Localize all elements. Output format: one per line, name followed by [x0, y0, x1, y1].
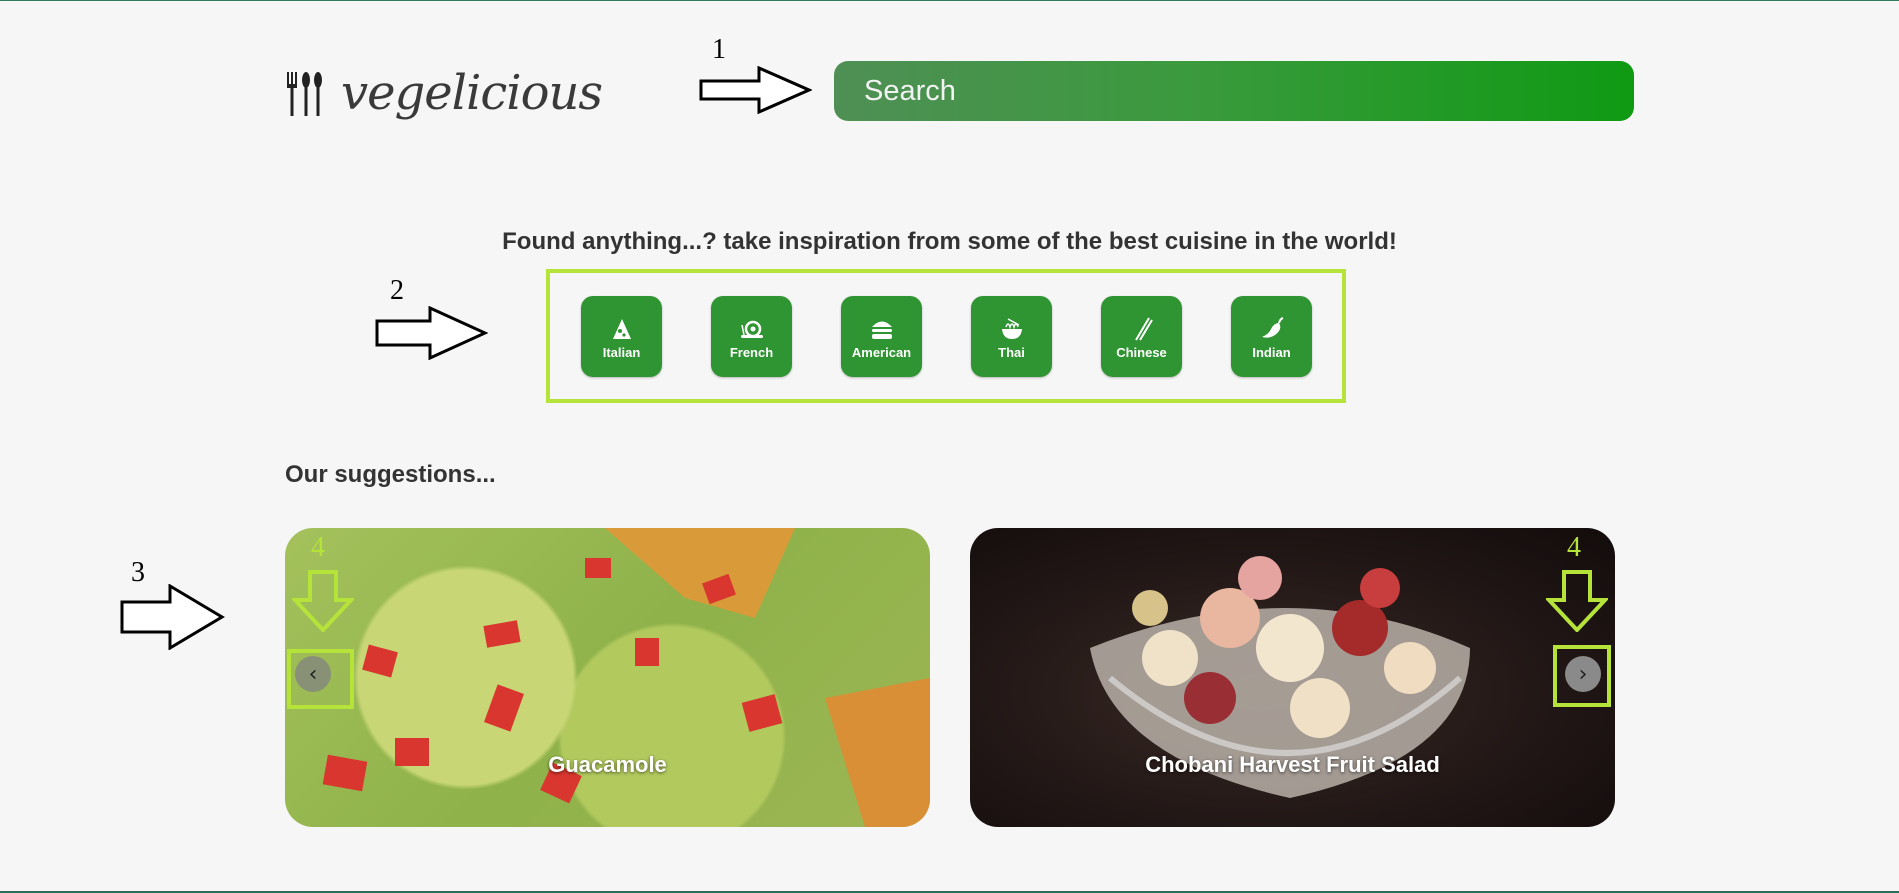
- noodle-bowl-icon: [1001, 318, 1022, 339]
- chopsticks-icon: [1134, 317, 1153, 341]
- pizza-icon: [612, 319, 631, 339]
- suggestion-card-guacamole[interactable]: Guacamole ‹: [285, 528, 930, 827]
- annotation-arrow-2: [375, 306, 488, 360]
- logo-text: vegelicious: [341, 65, 603, 121]
- cuisine-button-french[interactable]: French: [711, 296, 792, 377]
- utensils-icon: [287, 72, 322, 116]
- cuisine-label: Indian: [1252, 345, 1291, 360]
- cuisine-button-indian[interactable]: Indian: [1231, 296, 1312, 377]
- cuisine-label: Thai: [998, 345, 1025, 360]
- annotation-number-4-left: 4: [311, 532, 325, 563]
- cuisine-button-italian[interactable]: Italian: [581, 296, 662, 377]
- tagline: Found anything...? take inspiration from…: [502, 228, 1397, 255]
- cuisine-label: French: [729, 345, 774, 360]
- suggestions-heading: Our suggestions...: [285, 461, 496, 488]
- guacamole-image: [322, 528, 930, 827]
- annotation-number-4-right: 4: [1567, 532, 1581, 563]
- card-title: Guacamole: [548, 752, 667, 777]
- cuisine-label: Chinese: [1116, 345, 1167, 360]
- search-input[interactable]: [834, 61, 1634, 121]
- annotation-number-2: 2: [390, 275, 404, 306]
- annotation-arrow-3: [120, 584, 225, 650]
- cuisine-button-chinese[interactable]: Chinese: [1101, 296, 1182, 377]
- cuisine-button-american[interactable]: American: [841, 296, 922, 377]
- cuisine-button-thai[interactable]: Thai: [971, 296, 1052, 377]
- logo[interactable]: vegelicious: [285, 62, 603, 142]
- highlight-prev-button: [287, 649, 354, 709]
- highlight-next-button: [1553, 645, 1611, 707]
- fruit-salad-image: [1090, 556, 1470, 798]
- annotation-number-1: 1: [712, 34, 726, 65]
- top-border: [0, 0, 1899, 1]
- cuisine-selector: Italian French American Thai Chinese Ind…: [546, 269, 1346, 403]
- suggestion-card-fruit-salad[interactable]: Chobani Harvest Fruit Salad ›: [970, 528, 1615, 827]
- annotation-arrow-4-left: [292, 570, 354, 632]
- cuisine-label: American: [851, 345, 912, 360]
- snail-icon: [740, 320, 763, 338]
- cuisine-label: Italian: [602, 345, 641, 360]
- annotation-arrow-1: [699, 66, 812, 114]
- burger-icon: [871, 321, 892, 339]
- annotation-arrow-4-right: [1546, 570, 1608, 632]
- chili-pepper-icon: [1261, 317, 1283, 338]
- card-title: Chobani Harvest Fruit Salad: [1145, 752, 1440, 777]
